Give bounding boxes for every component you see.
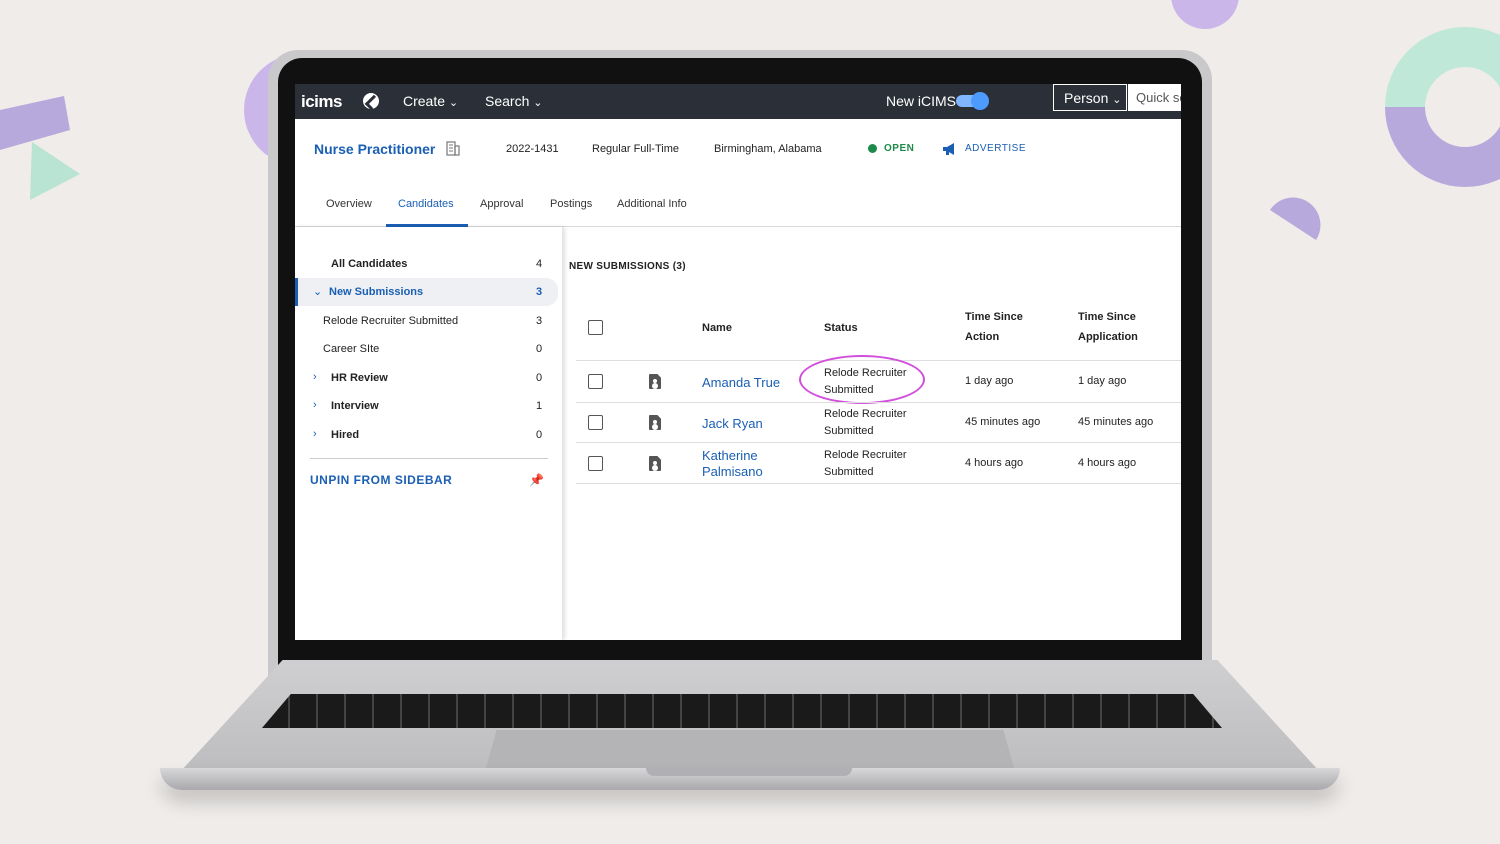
status-dot-icon xyxy=(868,144,877,153)
req-id: 2022-1431 xyxy=(506,143,559,155)
sidebar-item-new-submissions[interactable]: ⌄ New Submissions 3 xyxy=(295,278,558,306)
pin-icon[interactable]: 📌 xyxy=(529,473,544,487)
time-since-action: 1 day ago xyxy=(965,375,1014,387)
sidebar-item-hired[interactable]: › Hired 0 xyxy=(295,421,555,449)
create-menu[interactable]: Create ⌄ xyxy=(403,84,458,119)
row-checkbox[interactable] xyxy=(588,415,603,430)
job-title[interactable]: Nurse Practitioner xyxy=(314,141,435,157)
time-since-action: 4 hours ago xyxy=(965,457,1024,469)
select-all-checkbox[interactable] xyxy=(588,320,603,335)
tab-overview[interactable]: Overview xyxy=(326,198,372,210)
chevron-right-icon: › xyxy=(313,399,317,411)
home-icon[interactable] xyxy=(363,93,379,109)
sidebar-item-relode-recruiter-submitted[interactable]: Relode Recruiter Submitted 3 xyxy=(295,307,555,335)
section-title: NEW SUBMISSIONS (3) xyxy=(569,261,686,272)
advertise-button[interactable]: ADVERTISE xyxy=(965,143,1026,154)
icims-logo[interactable]: icims xyxy=(301,84,342,119)
column-header-name[interactable]: Name xyxy=(702,318,732,338)
candidate-status: Relode Recruiter Submitted xyxy=(824,408,907,437)
search-type-select[interactable]: Person ⌄ xyxy=(1053,84,1127,111)
time-since-action: 45 minutes ago xyxy=(965,416,1041,428)
status-badge: OPEN xyxy=(884,143,915,154)
sidebar-item-interview[interactable]: › Interview 1 xyxy=(295,392,555,420)
sidebar-divider xyxy=(310,458,548,459)
chevron-right-icon: › xyxy=(313,428,317,440)
top-nav-bar: icims Create ⌄ Search ⌄ New iCIMS Person… xyxy=(295,84,1181,119)
sidebar-item-hr-review[interactable]: › HR Review 0 xyxy=(295,364,555,392)
time-since-application: 4 hours ago xyxy=(1078,457,1137,469)
laptop-trackpad xyxy=(486,730,1014,768)
chevron-down-icon: ⌄ xyxy=(1112,94,1122,106)
row-divider xyxy=(576,442,1181,443)
resume-icon[interactable] xyxy=(649,374,661,389)
chevron-right-icon: › xyxy=(313,371,317,383)
candidate-name-link[interactable]: Jack Ryan xyxy=(702,416,763,432)
candidate-status: Relode Recruiter Submitted xyxy=(824,449,907,478)
search-menu[interactable]: Search ⌄ xyxy=(485,84,542,119)
sidebar-item-career-site[interactable]: Career SIte 0 xyxy=(295,335,555,363)
time-since-application: 45 minutes ago xyxy=(1078,416,1154,428)
job-type: Regular Full-Time xyxy=(592,143,680,155)
candidate-name-link[interactable]: Amanda True xyxy=(702,375,780,391)
unpin-from-sidebar-button[interactable]: UNPIN FROM SIDEBAR xyxy=(310,473,452,487)
sidebar-item-all-candidates[interactable]: All Candidates 4 xyxy=(295,250,555,278)
new-icims-toggle[interactable] xyxy=(956,92,989,110)
row-checkbox[interactable] xyxy=(588,374,603,389)
time-since-application: 1 day ago xyxy=(1078,375,1127,387)
resume-icon[interactable] xyxy=(649,415,661,430)
job-tabs: Overview Candidates Approval Postings Ad… xyxy=(295,190,1181,227)
chevron-down-icon: ⌄ xyxy=(533,97,543,109)
chevron-down-icon: ⌄ xyxy=(448,97,459,109)
row-checkbox[interactable] xyxy=(588,456,603,471)
chevron-down-icon: ⌄ xyxy=(313,286,323,298)
building-icon xyxy=(446,141,460,156)
highlight-circle-annotation xyxy=(799,355,925,404)
column-header-time-since-application[interactable]: Time Since Application xyxy=(1078,307,1138,347)
tab-additional-info[interactable]: Additional Info xyxy=(617,198,687,210)
resume-icon[interactable] xyxy=(649,456,661,471)
tab-postings[interactable]: Postings xyxy=(550,198,592,210)
laptop-notch xyxy=(646,768,852,776)
candidate-name-link[interactable]: Katherine Palmisano xyxy=(702,448,763,480)
column-header-status[interactable]: Status xyxy=(824,318,858,338)
row-divider xyxy=(576,483,1181,484)
app-screen: icims Create ⌄ Search ⌄ New iCIMS Person… xyxy=(295,84,1181,640)
candidate-sidebar: All Candidates 4 ⌄ New Submissions 3 Rel… xyxy=(295,227,563,640)
quick-search-input[interactable]: Quick se xyxy=(1128,84,1181,111)
tab-approval[interactable]: Approval xyxy=(480,198,523,210)
job-location: Birmingham, Alabama xyxy=(714,143,822,155)
tab-candidates[interactable]: Candidates xyxy=(398,198,454,210)
megaphone-icon xyxy=(943,143,954,155)
new-icims-label: New iCIMS xyxy=(886,93,957,109)
laptop-keys xyxy=(262,694,1222,728)
column-header-time-since-action[interactable]: Time Since Action xyxy=(965,307,1023,347)
row-divider xyxy=(576,402,1181,403)
